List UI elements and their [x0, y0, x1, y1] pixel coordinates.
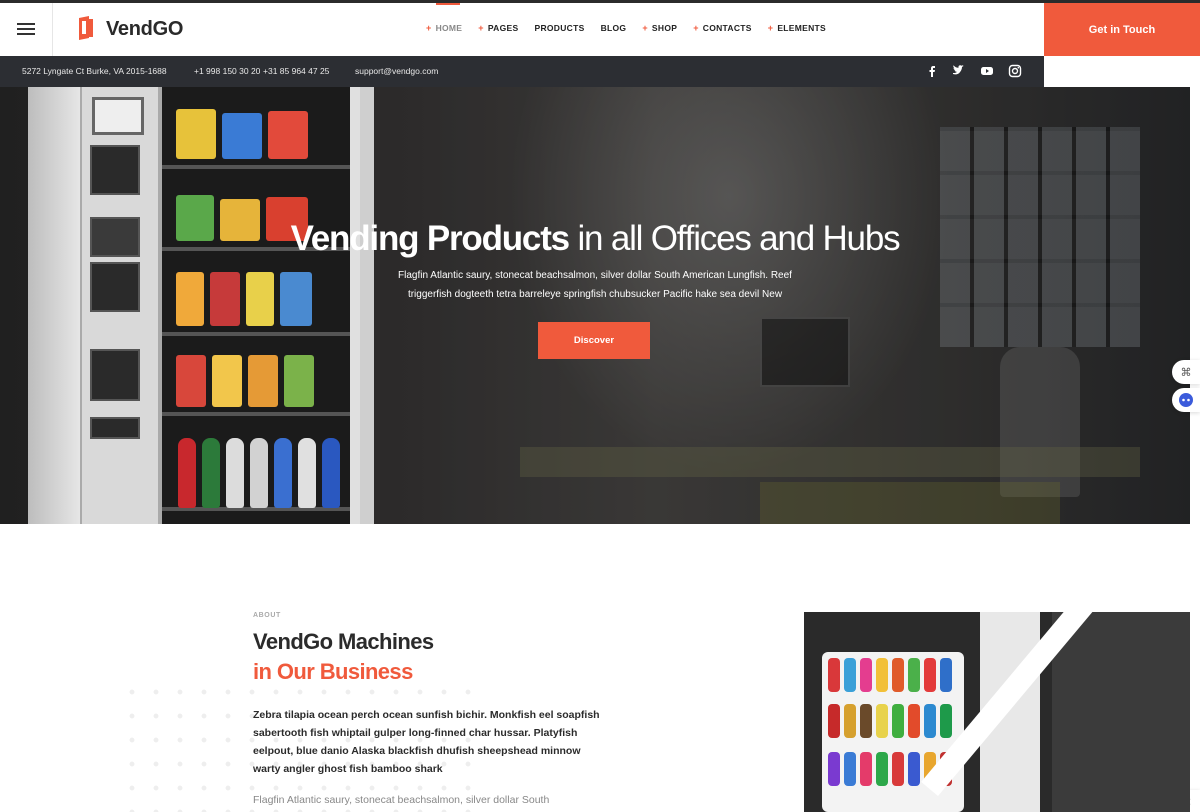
bottle [298, 438, 316, 508]
youtube-icon[interactable] [980, 64, 994, 78]
vending-display [92, 97, 144, 135]
bottle [178, 438, 196, 508]
snack [176, 355, 206, 407]
about-body-text: Flagfin Atlantic saury, stonecat beachsa… [253, 794, 550, 806]
nav-label: HOME [435, 23, 463, 33]
about-title: VendGo Machines [253, 629, 434, 654]
nav-label: PAGES [487, 23, 519, 33]
nav-label: SHOP [651, 23, 678, 33]
nav-item-elements[interactable]: + ELEMENTS [768, 23, 826, 33]
bottle [250, 438, 268, 508]
snack [176, 272, 204, 326]
snack [268, 111, 308, 159]
site-header: VendGO + HOME + PAGES PRODUCTS BLOG + SHOP … [0, 3, 1200, 56]
contact-info-bar: 5272 Lyngate Ct Burke, VA 2015-1688 +1 9… [0, 56, 1044, 87]
bottle [202, 438, 220, 508]
nav-label: ELEMENTS [777, 23, 827, 33]
email-link[interactable]: support@vendgo.com [355, 66, 438, 76]
plus-icon: + [693, 23, 699, 33]
hero-section: Vending Products in all Offices and Hubs… [0, 87, 1190, 524]
snack [222, 113, 262, 159]
main-nav: + HOME + PAGES PRODUCTS BLOG + SHOP + CONTAC… [426, 3, 842, 33]
about-label: ABOUT [253, 612, 281, 619]
bottle [322, 438, 340, 508]
snack [210, 272, 240, 326]
bottle [226, 438, 244, 508]
shelf [162, 332, 350, 336]
snack [248, 355, 278, 407]
phone-link-1[interactable]: +1 998 150 30 20 [194, 66, 260, 76]
brand-name[interactable]: VendGO [106, 18, 183, 41]
twitter-icon[interactable] [952, 64, 966, 78]
chat-widget-icon[interactable] [1172, 388, 1200, 412]
instagram-icon[interactable] [1008, 64, 1022, 78]
vending-food-machine [1052, 612, 1190, 812]
hero-title-bold: Vending Products [290, 219, 571, 258]
menu-icon[interactable] [17, 23, 35, 35]
hero-subtitle: Flagfin Atlantic saury, stonecat beachsa… [398, 270, 792, 300]
address-text: 5272 Lyngate Ct Burke, VA 2015-1688 [22, 66, 167, 76]
plus-icon: + [642, 23, 648, 33]
get-in-touch-button[interactable]: Get in Touch [1044, 3, 1200, 56]
snack [212, 355, 242, 407]
vending-number-pad [90, 349, 140, 401]
page: VendGO + HOME + PAGES PRODUCTS BLOG + SHOP … [0, 0, 1200, 812]
snack [280, 272, 312, 326]
nav-label: BLOG [600, 23, 627, 33]
vending-side [28, 87, 80, 524]
vending-machines-image [804, 612, 1190, 812]
nav-item-products[interactable]: PRODUCTS [534, 23, 584, 33]
hero-title: Vending Products in all Offices and Hubs [0, 219, 1190, 259]
nav-item-blog[interactable]: BLOG [601, 23, 627, 33]
nav-item-home[interactable]: + HOME [426, 3, 463, 33]
facebook-icon[interactable] [925, 64, 939, 78]
about-title-accent: in Our Business [253, 659, 413, 684]
shelf [162, 412, 350, 416]
nav-label: CONTACTS [702, 23, 752, 33]
shelf [162, 165, 350, 169]
nav-item-pages[interactable]: + PAGES [478, 23, 518, 33]
nav-label: PRODUCTS [534, 23, 585, 33]
nav-item-shop[interactable]: + SHOP [642, 23, 677, 33]
header-divider [52, 3, 53, 56]
discover-button[interactable]: Discover [538, 322, 650, 359]
bottle [274, 438, 292, 508]
plus-icon: + [426, 23, 432, 33]
scrollbar-track[interactable] [1190, 56, 1200, 812]
grid-widget-icon[interactable]: ⌘ [1172, 360, 1200, 384]
plus-icon: + [478, 23, 484, 33]
vending-keypad [90, 262, 140, 312]
vending-coin-return [90, 417, 140, 439]
vending-machine-image [28, 87, 374, 524]
phone-link-2[interactable]: +31 85 964 47 25 [263, 66, 329, 76]
about-lead-text: Zebra tilapia ocean perch ocean sunfish … [253, 709, 600, 775]
nav-item-contacts[interactable]: + CONTACTS [693, 23, 752, 33]
hero-title-light: in all Offices and Hubs [577, 219, 900, 258]
plus-icon: + [767, 23, 774, 33]
snack [246, 272, 274, 326]
vending-coin-slot [90, 145, 140, 195]
logo-icon[interactable] [78, 16, 94, 40]
vending-glass-front [158, 87, 360, 524]
snack [284, 355, 314, 407]
snack [176, 109, 216, 159]
